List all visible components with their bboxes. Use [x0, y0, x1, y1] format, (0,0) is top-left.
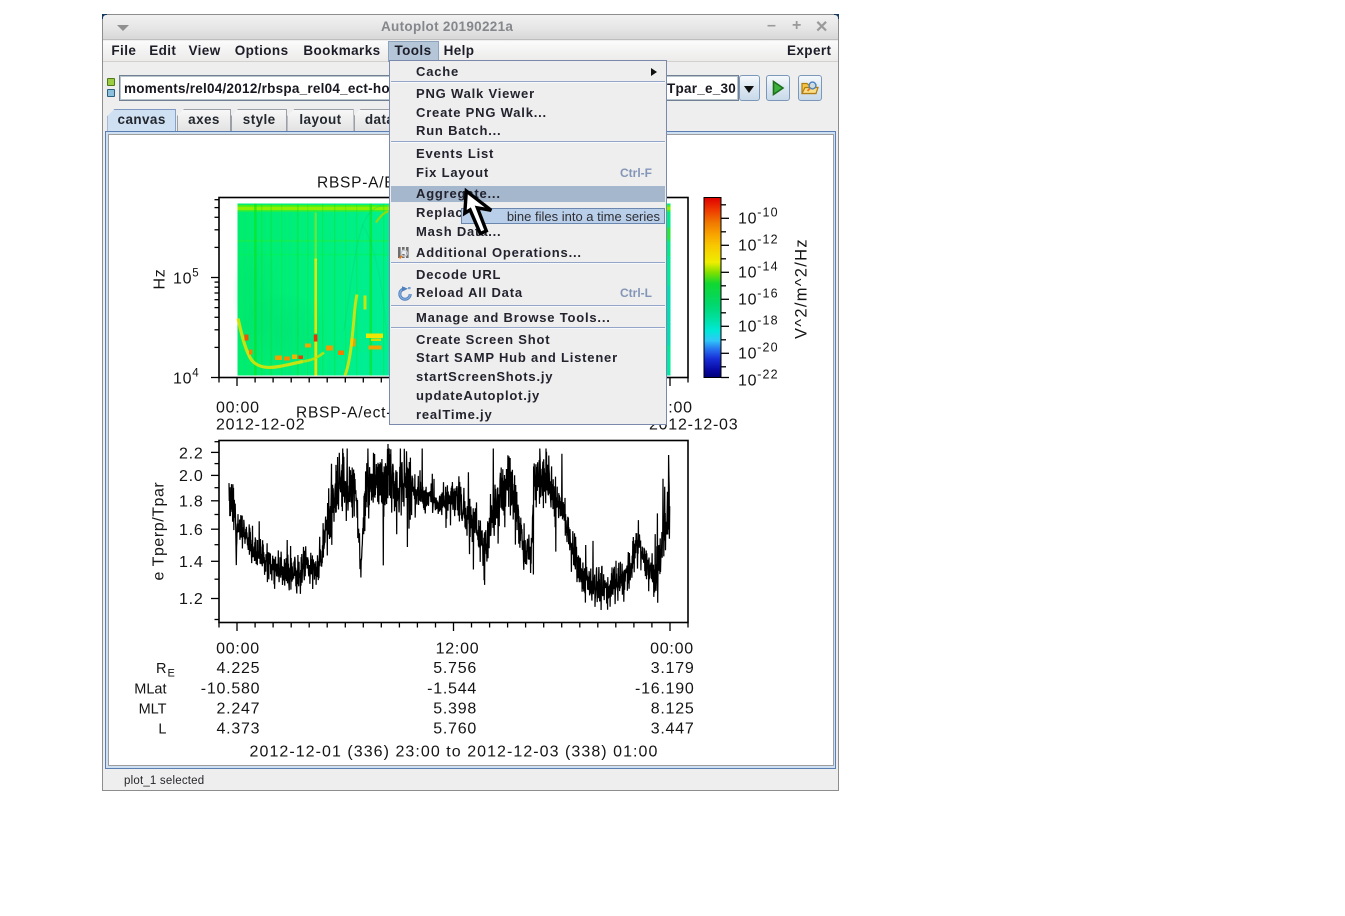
svg-text:-16.190: -16.190 — [635, 680, 695, 697]
svg-text:MLat: MLat — [134, 681, 166, 697]
svg-text:10-22: 10-22 — [738, 367, 779, 389]
svg-text:MLT: MLT — [139, 701, 167, 717]
svg-text:10-16: 10-16 — [738, 286, 779, 308]
svg-text:10-10: 10-10 — [738, 205, 779, 227]
svg-text:E: E — [168, 667, 176, 679]
svg-text:-1.544: -1.544 — [427, 680, 477, 697]
svg-text:5.756: 5.756 — [433, 660, 477, 677]
svg-text:10-14: 10-14 — [738, 259, 779, 281]
svg-text:10-18: 10-18 — [738, 313, 779, 335]
svg-text:R: R — [156, 661, 166, 677]
svg-text:1.2: 1.2 — [179, 591, 204, 608]
svg-text:e Tperp/Tpar: e Tperp/Tpar — [151, 481, 168, 580]
svg-text:12:00: 12:00 — [436, 640, 480, 657]
svg-text:00:00: 00:00 — [216, 399, 260, 416]
svg-text:2.247: 2.247 — [217, 700, 261, 717]
svg-text:00:00: 00:00 — [650, 640, 694, 657]
svg-text:2.0: 2.0 — [179, 468, 204, 485]
svg-text:4.373: 4.373 — [217, 720, 261, 737]
svg-text:104: 104 — [173, 367, 199, 387]
svg-text:00:00: 00:00 — [216, 640, 260, 657]
svg-text:L: L — [158, 721, 166, 737]
svg-text:2012-12-01 (336) 23:00 to 2012: 2012-12-01 (336) 23:00 to 2012-12-03 (33… — [250, 743, 659, 760]
svg-text:3.179: 3.179 — [651, 660, 695, 677]
svg-text:3.447: 3.447 — [651, 720, 695, 737]
svg-text:5.398: 5.398 — [433, 700, 477, 717]
svg-text:1.8: 1.8 — [179, 493, 204, 510]
svg-text:8.125: 8.125 — [651, 700, 695, 717]
svg-text:2012-12-02: 2012-12-02 — [216, 416, 305, 433]
svg-text:2.2: 2.2 — [179, 445, 204, 462]
svg-text:Hz: Hz — [152, 268, 169, 289]
svg-text:-10.580: -10.580 — [201, 680, 261, 697]
svg-text:1.6: 1.6 — [179, 522, 204, 539]
svg-text:10-20: 10-20 — [738, 340, 779, 362]
svg-text:10-12: 10-12 — [738, 232, 779, 254]
svg-text:4.225: 4.225 — [217, 660, 261, 677]
svg-text:5.760: 5.760 — [433, 720, 477, 737]
svg-text:1.4: 1.4 — [179, 554, 204, 571]
svg-text:V^2/m^2/Hz: V^2/m^2/Hz — [793, 238, 811, 339]
svg-text:105: 105 — [173, 267, 199, 287]
